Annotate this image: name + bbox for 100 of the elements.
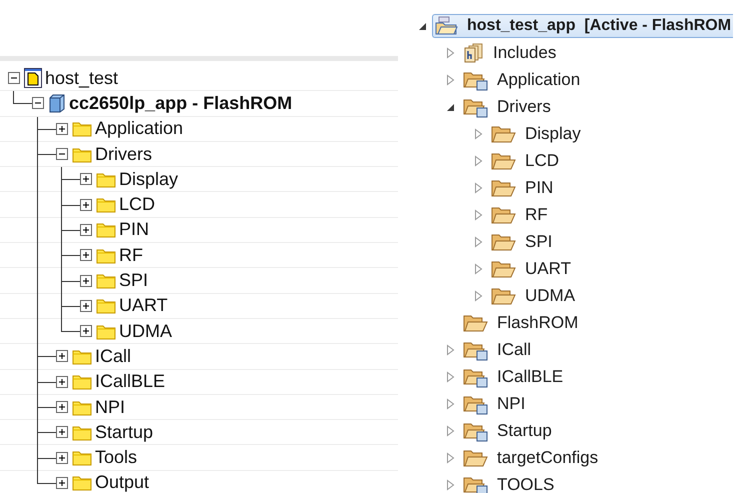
collapsed-arrow-icon[interactable] bbox=[444, 344, 456, 356]
tree-item-label[interactable]: NPI bbox=[95, 396, 126, 418]
tree-item[interactable]: UDMA bbox=[488, 284, 578, 308]
tree-item-label[interactable]: ICallBLE bbox=[95, 371, 166, 392]
expand-toggle[interactable] bbox=[56, 476, 68, 489]
collapsed-arrow-icon[interactable] bbox=[444, 370, 456, 382]
tree-item-label: Startup bbox=[497, 420, 552, 440]
tree-item-label[interactable]: Display bbox=[119, 168, 178, 190]
tree-item-label[interactable]: UDMA bbox=[119, 320, 172, 342]
expand-toggle[interactable] bbox=[56, 401, 68, 413]
collapsed-arrow-icon[interactable] bbox=[472, 128, 484, 140]
tree-item-label[interactable]: SPI bbox=[119, 270, 148, 292]
tree-item-label[interactable]: cc2650lp_app - FlashROM bbox=[69, 92, 292, 114]
tree-item[interactable]: NPI bbox=[460, 390, 528, 416]
tree-item[interactable]: FlashROM bbox=[460, 310, 582, 334]
tree-item-label[interactable]: host_test bbox=[45, 68, 118, 89]
folder-icon bbox=[491, 124, 517, 144]
expand-toggle[interactable] bbox=[56, 376, 68, 388]
collapsed-arrow-icon[interactable] bbox=[444, 424, 456, 436]
tree-item-label: TOOLS bbox=[497, 474, 554, 493]
tree-item-label: UDMA bbox=[525, 286, 576, 306]
tree-item[interactable]: Includes bbox=[460, 40, 560, 64]
expand-toggle[interactable] bbox=[80, 173, 92, 186]
collapse-toggle[interactable] bbox=[32, 97, 44, 110]
tree-item[interactable]: TOOLS bbox=[460, 472, 558, 493]
expand-toggle[interactable] bbox=[56, 350, 68, 362]
tree-item[interactable]: ICallBLE bbox=[460, 364, 566, 390]
expand-toggle[interactable] bbox=[80, 249, 92, 262]
collapsed-arrow-icon[interactable] bbox=[444, 478, 456, 490]
collapsed-arrow-icon[interactable] bbox=[472, 154, 484, 166]
tree-item-label: targetConfigs bbox=[497, 448, 598, 468]
tree-item[interactable]: LCD bbox=[488, 148, 562, 172]
tree-item-label: ICallBLE bbox=[497, 366, 564, 386]
folder-icon bbox=[491, 286, 517, 306]
tree-item-label[interactable]: UART bbox=[119, 295, 168, 316]
tree-item[interactable]: UART bbox=[488, 256, 574, 280]
folder-icon bbox=[96, 322, 116, 340]
collapsed-arrow-icon[interactable] bbox=[444, 46, 456, 58]
tree-item[interactable]: Drivers bbox=[460, 94, 554, 120]
selected-tree-item[interactable]: host_test_app [Active - FlashROM bbox=[432, 14, 734, 38]
folder-icon bbox=[96, 170, 116, 188]
tree-item-label: Drivers bbox=[497, 96, 551, 116]
folder-icon bbox=[491, 232, 517, 252]
expand-toggle[interactable] bbox=[80, 224, 92, 236]
folder-icon bbox=[463, 448, 489, 468]
collapsed-arrow-icon[interactable] bbox=[444, 398, 456, 410]
tree-item-label[interactable]: PIN bbox=[119, 219, 150, 240]
tree-item-label[interactable]: Output bbox=[95, 472, 150, 493]
folder-icon bbox=[491, 258, 517, 278]
tree-item-label: host_test_app [Active - FlashROM bbox=[467, 16, 732, 34]
tree-item-label[interactable]: LCD bbox=[119, 194, 156, 216]
collapsed-arrow-icon[interactable] bbox=[472, 182, 484, 194]
tree-item-label: Display bbox=[525, 124, 581, 144]
expand-toggle[interactable] bbox=[56, 122, 68, 135]
folder-icon bbox=[491, 178, 517, 198]
collapsed-arrow-icon[interactable] bbox=[444, 452, 456, 464]
tree-item[interactable]: ICall bbox=[460, 336, 534, 362]
tree-item-label[interactable]: Startup bbox=[95, 422, 154, 443]
expand-toggle[interactable] bbox=[56, 426, 68, 438]
expand-toggle[interactable] bbox=[80, 198, 92, 211]
collapsed-arrow-icon[interactable] bbox=[472, 290, 484, 302]
tree-item[interactable]: RF bbox=[488, 202, 551, 226]
tree-item[interactable]: Display bbox=[488, 122, 584, 146]
collapsed-arrow-icon[interactable] bbox=[472, 208, 484, 220]
collapsed-arrow-icon[interactable] bbox=[444, 74, 456, 86]
expand-toggle[interactable] bbox=[80, 300, 92, 312]
tree-item-label[interactable]: Application bbox=[95, 118, 184, 140]
collapse-toggle[interactable] bbox=[56, 148, 68, 160]
folder-icon bbox=[96, 221, 116, 238]
tree-item-label: UART bbox=[525, 258, 571, 278]
collapsed-arrow-icon[interactable] bbox=[472, 236, 484, 248]
expand-toggle[interactable] bbox=[80, 274, 92, 287]
tree-item-label[interactable]: Drivers bbox=[95, 144, 152, 165]
folder-icon bbox=[72, 373, 92, 390]
cube-icon bbox=[48, 93, 66, 114]
tree-item[interactable]: Application bbox=[460, 66, 584, 92]
tree-item-label: Includes bbox=[493, 42, 556, 62]
tree-item-label[interactable]: RF bbox=[119, 244, 143, 266]
folder-icon bbox=[491, 150, 517, 170]
folder-icon bbox=[72, 424, 92, 441]
folder-icon bbox=[96, 297, 116, 314]
folder-icon bbox=[96, 196, 116, 214]
tree-item-label: PIN bbox=[525, 178, 554, 198]
collapse-toggle[interactable] bbox=[8, 72, 20, 84]
folder-icon bbox=[463, 312, 489, 332]
expand-toggle[interactable] bbox=[80, 325, 92, 338]
tree-item[interactable]: Startup bbox=[460, 418, 555, 444]
tree-item-label[interactable]: ICall bbox=[95, 346, 132, 367]
workspace-icon bbox=[24, 68, 42, 88]
folder-icon bbox=[96, 246, 116, 264]
folder-icon bbox=[72, 146, 92, 163]
includes-icon bbox=[463, 42, 485, 62]
tree-item-label[interactable]: Tools bbox=[95, 447, 138, 468]
expand-toggle[interactable] bbox=[56, 452, 68, 464]
tree-item[interactable]: targetConfigs bbox=[460, 446, 602, 470]
folder-icon bbox=[72, 348, 92, 365]
tree-item[interactable]: SPI bbox=[488, 230, 556, 254]
tree-item[interactable]: PIN bbox=[488, 176, 556, 200]
collapsed-arrow-icon[interactable] bbox=[472, 262, 484, 274]
project-folder-icon bbox=[435, 16, 459, 36]
